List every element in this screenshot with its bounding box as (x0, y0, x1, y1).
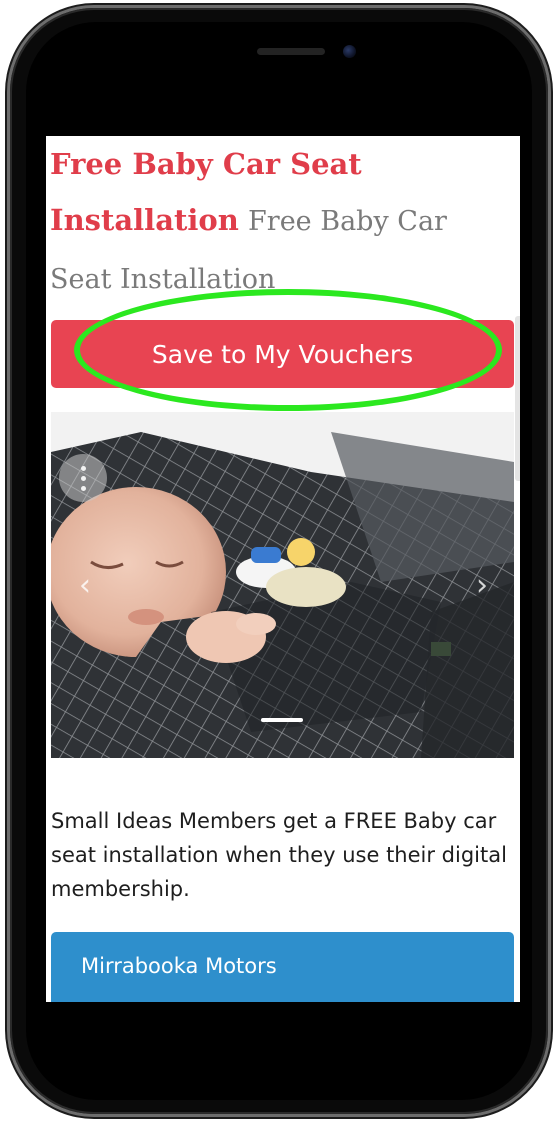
merchant-name-bar[interactable]: Mirrabooka Motors (51, 932, 514, 1002)
baby-car-seat-photo (51, 412, 514, 758)
dot (80, 485, 86, 491)
screenshot-stage: Free Baby Car Seat Installation Free Bab… (0, 0, 558, 1122)
dot (80, 475, 86, 481)
phone-screen[interactable]: Free Baby Car Seat Installation Free Bab… (46, 136, 520, 1002)
carousel-slide-indicator[interactable] (261, 718, 303, 722)
image-carousel[interactable]: ‹ › (51, 412, 514, 758)
chevron-left-icon[interactable]: ‹ (71, 571, 99, 601)
dot (80, 465, 86, 471)
deal-title-block: Free Baby Car Seat Installation Free Bab… (50, 136, 516, 308)
phone-camera (343, 45, 356, 58)
save-button-label: Save to My Vouchers (151, 339, 414, 369)
save-to-vouchers-button[interactable]: Save to My Vouchers (51, 320, 514, 388)
chevron-right-icon[interactable]: › (468, 571, 496, 601)
merchant-name: Mirrabooka Motors (81, 954, 277, 978)
vertical-dots-icon[interactable] (59, 454, 107, 502)
edge-scroll-tab[interactable] (515, 316, 520, 481)
phone-speaker (257, 48, 325, 55)
deal-description: Small Ideas Members get a FREE Baby car … (51, 809, 507, 901)
